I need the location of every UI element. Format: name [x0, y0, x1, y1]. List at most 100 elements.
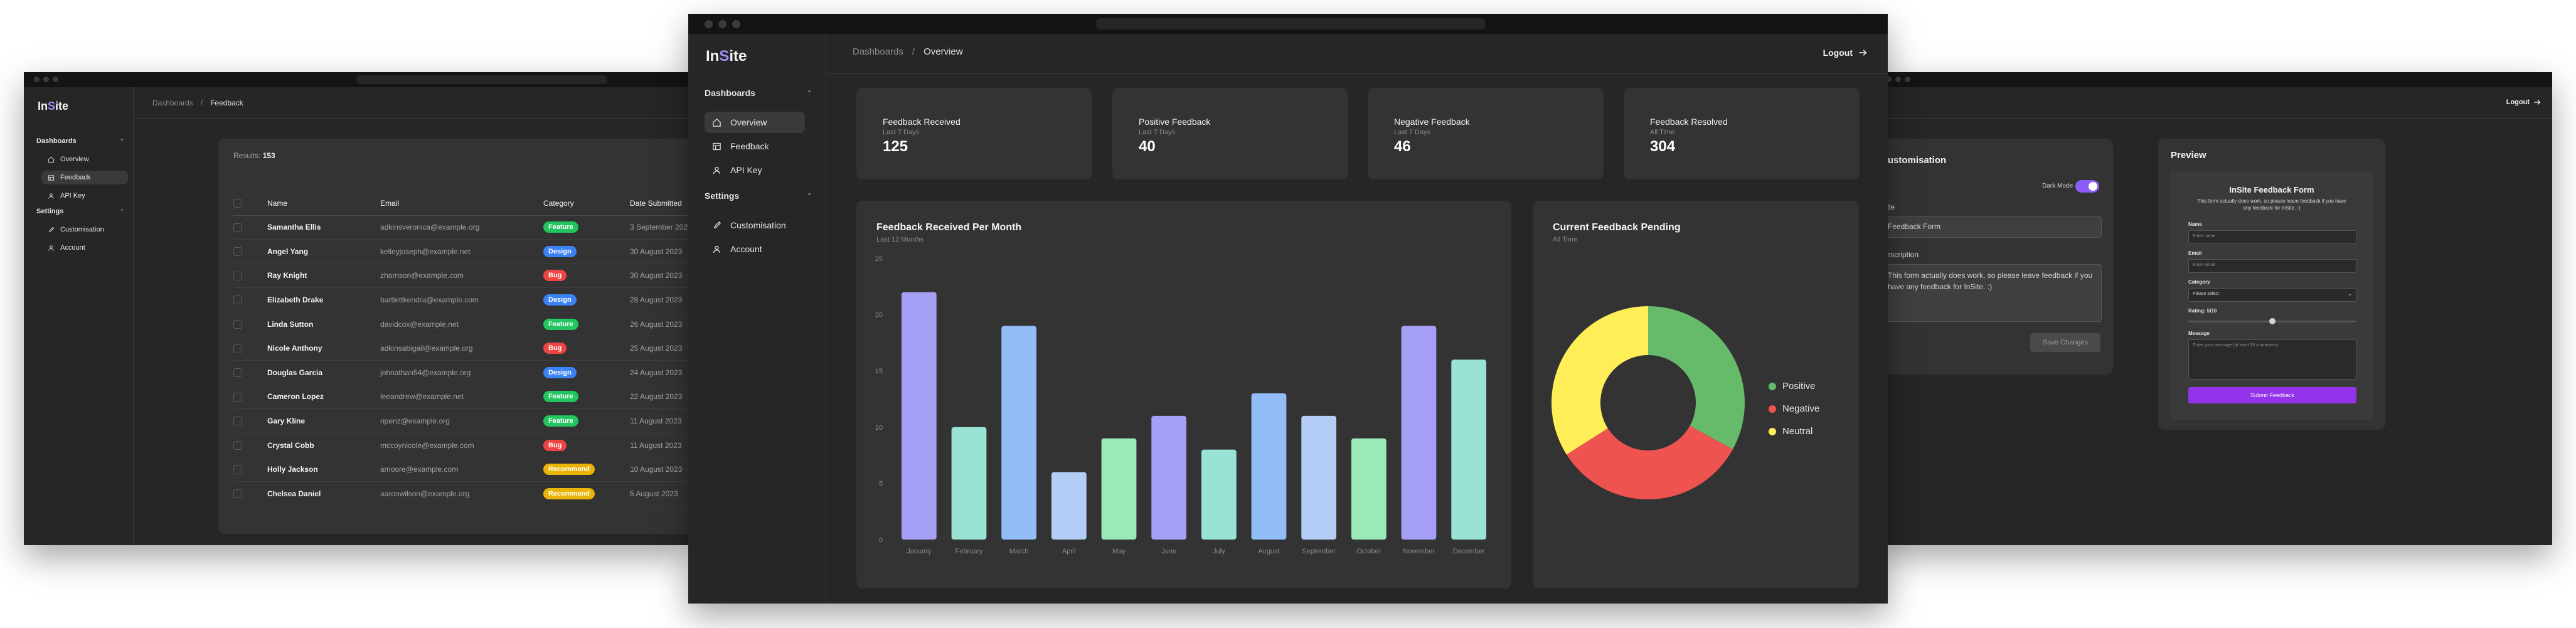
row-name: Douglas Garcia	[267, 360, 380, 385]
stat-value: 40	[1139, 138, 1156, 155]
row-checkbox[interactable]	[233, 344, 242, 353]
x-tick-label: January	[907, 548, 932, 555]
table-row[interactable]: Elizabeth Drake bartlettkendra@example.co…	[233, 287, 689, 312]
row-checkbox[interactable]	[233, 320, 242, 329]
address-bar[interactable]	[356, 75, 607, 84]
table-row[interactable]: Linda Sutton davidcox@example.net Feature 2…	[233, 312, 689, 337]
rating-slider-thumb[interactable]	[2269, 318, 2275, 324]
table-row[interactable]: Chelsea Daniel aaronwilson@example.org Rec…	[233, 481, 689, 506]
arrow-right-icon	[2534, 100, 2541, 105]
preview-message-textarea[interactable]: Enter your message (at least 10 characte…	[2188, 339, 2356, 380]
row-checkbox[interactable]	[233, 295, 242, 305]
logout-button[interactable]: Logout	[1823, 48, 1868, 58]
sidebar-item-account[interactable]: Account	[41, 241, 128, 255]
save-changes-button[interactable]: Save Changes	[2030, 333, 2100, 352]
customisation-card: Customisation Dark Mode Title Feedback F…	[1876, 139, 2113, 375]
bar-chart-card: Feedback Received Per Month Last 12 Mont…	[856, 201, 1511, 588]
window-titlebar	[688, 14, 1888, 34]
column-header-email[interactable]: Email	[380, 191, 543, 216]
nav-section-dashboards[interactable]: Dashboards ⌃	[705, 88, 812, 98]
preview-name-input[interactable]: Enter name	[2188, 230, 2356, 244]
bar-january[interactable]	[901, 292, 937, 540]
table-row[interactable]: Angel Yang kelleyjoseph@example.net Design…	[233, 239, 689, 264]
sidebar-item-api-key[interactable]: API Key	[41, 189, 128, 203]
sidebar-item-overview[interactable]: Overview	[41, 152, 128, 166]
stat-title: Positive Feedback	[1139, 117, 1211, 127]
row-name: Holly Jackson	[267, 457, 380, 482]
bar-august[interactable]	[1251, 393, 1287, 540]
bar-february[interactable]	[951, 427, 987, 540]
table-row[interactable]: Ray Knight zharrison@example.com Bug 30 Aug…	[233, 263, 689, 289]
row-checkbox[interactable]	[233, 368, 242, 378]
nav-section-settings[interactable]: Settings ⌃	[705, 191, 812, 201]
brand-logo[interactable]: InSite	[38, 100, 68, 113]
row-date: 5 August 2023	[630, 481, 689, 506]
sidebar-item-api-key[interactable]: API Key	[705, 159, 805, 181]
table-row[interactable]: Crystal Cobb mccoynicole@example.com Bug 11…	[233, 433, 689, 458]
legend-item-positive[interactable]: Positive	[1769, 381, 1816, 391]
row-email: npenz@example.org	[380, 408, 543, 434]
donut-slice-neutral[interactable]	[1551, 306, 1648, 455]
stat-subtitle: Last 7 Days	[1394, 129, 1431, 136]
address-bar[interactable]	[1096, 18, 1485, 29]
select-all-checkbox[interactable]	[233, 199, 242, 208]
table-row[interactable]: Nicole Anthony adkinsabigail@example.org B…	[233, 336, 689, 361]
bar-november[interactable]	[1401, 326, 1437, 540]
row-checkbox[interactable]	[233, 489, 242, 499]
x-tick-label: August	[1258, 548, 1279, 555]
stat-value: 304	[1650, 138, 1676, 155]
breadcrumb-root[interactable]: Dashboards	[853, 46, 903, 57]
preview-email-input[interactable]: Enter email	[2188, 259, 2356, 273]
row-checkbox[interactable]	[233, 247, 242, 257]
stat-subtitle: All Time	[1650, 129, 1675, 136]
breadcrumb-root[interactable]: Dashboards	[152, 98, 193, 107]
row-checkbox[interactable]	[233, 271, 242, 280]
row-checkbox[interactable]	[233, 465, 242, 474]
sidebar-item-customisation[interactable]: Customisation	[41, 223, 128, 237]
preview-category-label: Category	[2188, 279, 2210, 285]
table-row[interactable]: Douglas Garcia johnathan54@example.org Des…	[233, 360, 689, 385]
bar-june[interactable]	[1151, 415, 1187, 540]
preview-category-select[interactable]: Please select ⌄	[2188, 288, 2356, 302]
bar-march[interactable]	[1001, 326, 1037, 540]
dark-mode-toggle[interactable]	[2075, 180, 2099, 193]
title-input[interactable]: Feedback Form	[1881, 216, 2102, 238]
bar-april[interactable]	[1051, 472, 1087, 540]
window-controls[interactable]	[34, 77, 58, 82]
window-controls[interactable]	[705, 20, 740, 28]
row-checkbox[interactable]	[233, 441, 242, 450]
sidebar-item-feedback[interactable]: Feedback	[705, 136, 805, 157]
sidebar-item-feedback[interactable]: Feedback	[41, 171, 128, 184]
x-tick-label: November	[1403, 548, 1435, 555]
donut-chart	[1551, 306, 1745, 500]
row-checkbox[interactable]	[233, 417, 242, 426]
bar-october[interactable]	[1351, 438, 1386, 540]
bar-may[interactable]	[1101, 438, 1137, 540]
submit-feedback-button[interactable]: Submit Feedback	[2188, 387, 2356, 403]
table-row[interactable]: Gary Kline npenz@example.org Feature 11 Aug…	[233, 408, 689, 434]
description-textarea[interactable]: This form actually does work, so please …	[1881, 264, 2102, 322]
column-header-name[interactable]: Name	[267, 191, 380, 216]
bar-december[interactable]	[1451, 359, 1487, 540]
row-checkbox[interactable]	[233, 392, 242, 402]
sidebar-item-account[interactable]: Account	[705, 238, 805, 260]
sidebar-item-overview[interactable]: Overview	[705, 112, 805, 133]
legend-item-negative[interactable]: Negative	[1769, 403, 1819, 414]
column-header-date[interactable]: Date Submitted	[630, 191, 689, 216]
column-header-category[interactable]: Category	[543, 191, 630, 216]
row-checkbox[interactable]	[233, 223, 242, 232]
nav-section-settings[interactable]: Settings ⌃	[36, 208, 124, 215]
table-row[interactable]: Samantha Ellis adkinsveronica@example.org…	[233, 215, 689, 240]
bar-july[interactable]	[1201, 449, 1237, 540]
nav-section-dashboards[interactable]: Dashboards ⌃	[36, 137, 124, 145]
donut-slice-positive[interactable]	[1648, 306, 1745, 450]
brand-logo[interactable]: InSite	[706, 48, 747, 65]
table-row[interactable]: Holly Jackson amoore@example.com Recommend…	[233, 457, 689, 482]
sidebar-item-customisation[interactable]: Customisation	[705, 215, 805, 236]
logout-button[interactable]: Logout	[2506, 98, 2541, 106]
table-icon	[713, 142, 721, 150]
bar-september[interactable]	[1301, 415, 1337, 540]
window-controls[interactable]	[1886, 77, 1910, 82]
table-row[interactable]: Cameron Lopez leeandrew@example.net Featur…	[233, 385, 689, 410]
legend-item-neutral[interactable]: Neutral	[1769, 426, 1812, 437]
